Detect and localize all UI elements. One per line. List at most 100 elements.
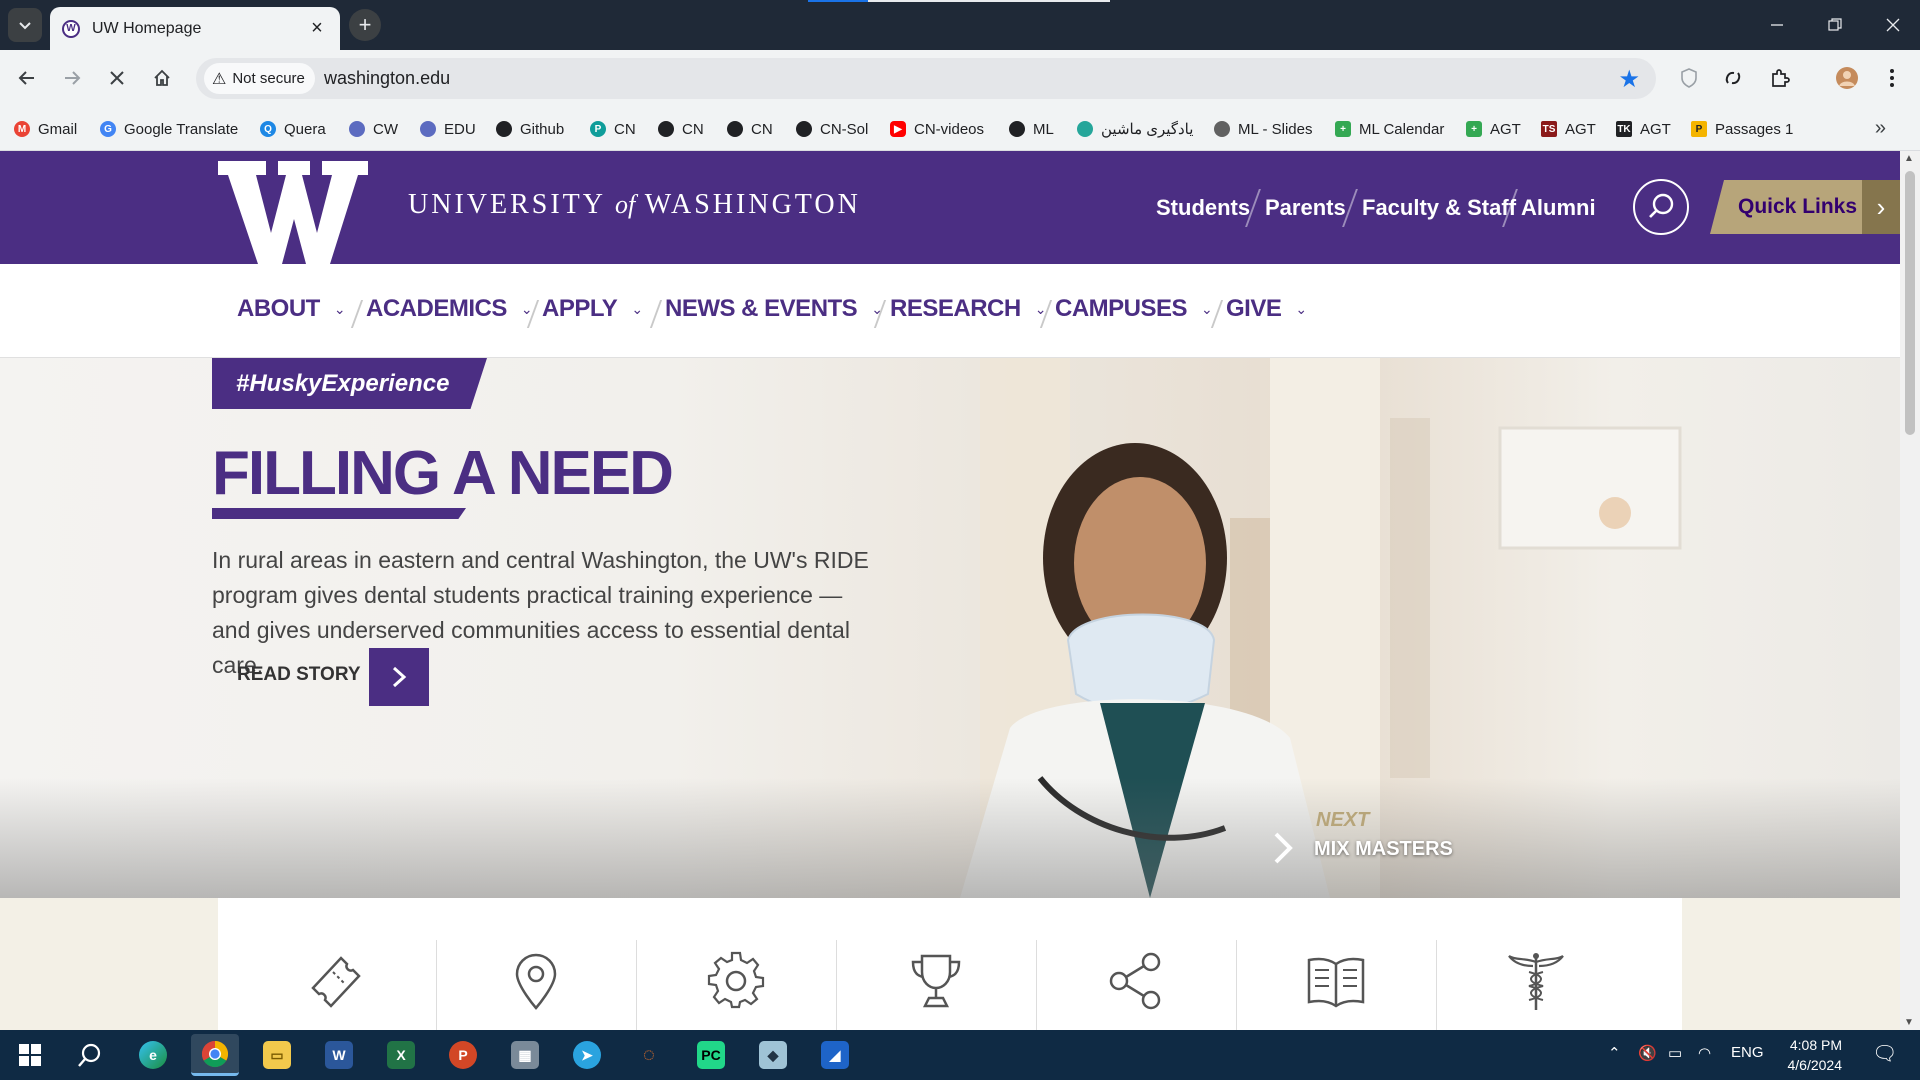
close-window-button[interactable]: [1864, 0, 1920, 50]
ticket-icon: [311, 956, 361, 1008]
browser-toolbar: ⚠ Not secure washington.edu ★: [0, 50, 1920, 107]
address-bar[interactable]: ⚠ Not secure washington.edu ★: [196, 58, 1656, 99]
back-button[interactable]: [10, 61, 44, 95]
site-search-button[interactable]: [1633, 179, 1689, 235]
hashtag-badge[interactable]: #HuskyExperience: [212, 358, 487, 409]
taskbar-word[interactable]: W: [315, 1034, 363, 1076]
new-tab-button[interactable]: +: [349, 9, 381, 41]
bookmark-gmail[interactable]: M Gmail: [14, 119, 77, 139]
icon-tile-maps[interactable]: [436, 898, 636, 1030]
bookmark-star-icon[interactable]: ★: [1618, 65, 1640, 94]
taskbar-clock[interactable]: 4:08 PM 4/6/2024: [1752, 1035, 1843, 1075]
bookmark-ml[interactable]: ML: [1009, 119, 1054, 139]
scroll-down-icon[interactable]: ▼: [1904, 1017, 1914, 1028]
uw-w-logo[interactable]: [218, 161, 368, 264]
tab-search-button[interactable]: [8, 8, 42, 42]
taskbar-jupyter[interactable]: ◌: [625, 1034, 673, 1076]
taskbar-powerpoint[interactable]: P: [439, 1034, 487, 1076]
page-scrollbar[interactable]: ▲ ▼: [1900, 151, 1920, 1030]
bookmark-ml-calendar[interactable]: + ML Calendar: [1335, 119, 1444, 139]
taskbar-notes[interactable]: ◆: [749, 1034, 797, 1076]
next-slide-label[interactable]: NEXT: [1316, 809, 1369, 832]
edge-icon: e: [139, 1041, 167, 1069]
audience-link-faculty-staff[interactable]: Faculty & Staff: [1362, 195, 1516, 221]
bookmark-agt-3[interactable]: TK AGT: [1616, 119, 1671, 139]
bookmark-cn-videos[interactable]: ▶ CN-videos: [890, 119, 984, 139]
chrome-menu-button[interactable]: [1875, 61, 1909, 95]
bookmark-edu[interactable]: EDU: [420, 119, 476, 139]
clock-time: 4:08 PM: [1789, 1037, 1842, 1053]
taskbar-app[interactable]: ◢: [811, 1034, 859, 1076]
icon-tile-social[interactable]: [1036, 898, 1236, 1030]
nav-news-events[interactable]: NEWS & EVENTS ⌄: [665, 295, 883, 323]
bookmark-cn-3[interactable]: CN: [727, 119, 773, 139]
scrollbar-thumb[interactable]: [1905, 171, 1915, 435]
bookmark-cw[interactable]: CW: [349, 119, 398, 139]
taskbar-search-button[interactable]: [66, 1034, 114, 1076]
profile-avatar-button[interactable]: [1830, 61, 1864, 95]
bookmark-agt-1[interactable]: + AGT: [1466, 119, 1521, 139]
shield-extension-button[interactable]: [1672, 61, 1706, 95]
nav-give[interactable]: GIVE ⌄: [1226, 295, 1307, 323]
bookmark-github[interactable]: Github: [496, 119, 564, 139]
restore-button[interactable]: [1806, 0, 1864, 50]
audience-link-parents[interactable]: Parents: [1265, 195, 1346, 221]
read-story-button[interactable]: [369, 648, 429, 706]
icon-tile-tickets[interactable]: [236, 898, 436, 1030]
start-button[interactable]: [6, 1034, 54, 1076]
taskbar-edge[interactable]: e: [129, 1034, 177, 1076]
quick-links-button[interactable]: Quick Links ›: [1710, 180, 1900, 234]
nav-apply[interactable]: APPLY ⌄: [542, 295, 643, 323]
taskbar-telegram[interactable]: ➤: [563, 1034, 611, 1076]
nav-about[interactable]: ABOUT ⌄: [237, 295, 346, 323]
taskbar-chrome[interactable]: [191, 1034, 239, 1076]
nav-academics[interactable]: ACADEMICS ⌄: [366, 295, 533, 323]
telegram-icon: ➤: [573, 1041, 601, 1069]
bookmarks-overflow-icon[interactable]: »: [1875, 117, 1886, 140]
wifi-icon[interactable]: ◠: [1698, 1044, 1711, 1062]
icon-tile-services[interactable]: [636, 898, 836, 1030]
tab-close-icon[interactable]: ×: [306, 17, 328, 40]
bookmark-cn-sol[interactable]: CN-Sol: [796, 119, 868, 139]
bookmark-ml-slides[interactable]: ML - Slides: [1214, 119, 1312, 139]
audience-link-alumni[interactable]: Alumni: [1521, 195, 1596, 221]
taskbar-file-explorer[interactable]: ▭: [253, 1034, 301, 1076]
nav-divider: [649, 300, 663, 328]
notifications-icon[interactable]: 🗨: [1872, 1041, 1897, 1066]
icon-tile-athletics[interactable]: [836, 898, 1036, 1030]
home-button[interactable]: [145, 61, 179, 95]
pen-icon: [1214, 121, 1230, 137]
browser-tab[interactable]: W UW Homepage ×: [50, 7, 340, 50]
taskbar-calculator[interactable]: ▦: [501, 1034, 549, 1076]
site-security-chip[interactable]: ⚠ Not secure: [204, 63, 315, 94]
bookmark-google-translate[interactable]: G Google Translate: [100, 119, 238, 139]
nav-campuses[interactable]: CAMPUSES ⌄: [1055, 295, 1213, 323]
volume-muted-icon[interactable]: 🔇: [1638, 1044, 1657, 1062]
tray-overflow-icon[interactable]: ⌃: [1608, 1044, 1621, 1062]
bookmark-quera[interactable]: Q Quera: [260, 119, 326, 139]
icon-tile-libraries[interactable]: [1236, 898, 1436, 1030]
bookmark-passages[interactable]: P Passages 1: [1691, 119, 1793, 139]
nav-research[interactable]: RESEARCH ⌄: [890, 295, 1046, 323]
audience-link-students[interactable]: Students: [1156, 195, 1250, 221]
taskbar-excel[interactable]: X: [377, 1034, 425, 1076]
university-wordmark[interactable]: UNIVERSITY of WASHINGTON: [408, 189, 861, 221]
icon-tile-medicine[interactable]: [1436, 898, 1636, 1030]
next-slide-title[interactable]: MIX MASTERS: [1314, 838, 1453, 861]
read-story-link[interactable]: READ STORY: [237, 664, 361, 686]
extension-button[interactable]: [1716, 61, 1750, 95]
passages-icon: P: [1691, 121, 1707, 137]
next-slide-chevron-icon[interactable]: [1272, 828, 1296, 878]
battery-icon[interactable]: ▭: [1668, 1044, 1682, 1062]
bookmark-cn-1[interactable]: P CN: [590, 119, 636, 139]
bookmark-agt-2[interactable]: TS AGT: [1541, 119, 1596, 139]
bookmark-ml-persian[interactable]: یادگیری ماشین: [1077, 119, 1193, 139]
url-text[interactable]: washington.edu: [324, 68, 450, 89]
taskbar-pycharm[interactable]: PC: [687, 1034, 735, 1076]
scroll-up-icon[interactable]: ▲: [1904, 153, 1914, 164]
minimize-button[interactable]: [1748, 0, 1806, 50]
bookmark-cn-2[interactable]: CN: [658, 119, 704, 139]
stop-loading-button[interactable]: [100, 61, 134, 95]
forward-button[interactable]: [55, 61, 89, 95]
extensions-menu-button[interactable]: [1763, 61, 1797, 95]
